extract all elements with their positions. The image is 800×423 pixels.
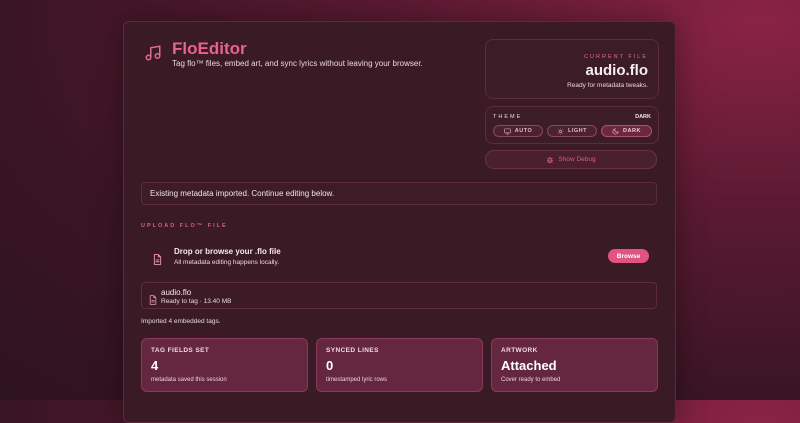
current-file-label: CURRENT FILE: [584, 54, 648, 60]
stat-heading: SYNCED LINES: [326, 347, 379, 354]
stat-card-artwork: ARTWORK Attached Cover ready to embed: [491, 338, 658, 392]
theme-value: DARK: [635, 114, 651, 120]
bug-icon: [547, 156, 554, 163]
show-debug-label: Show Debug: [558, 156, 596, 163]
file-icon: [153, 252, 162, 265]
editor-card: FloEditor Tag flo™ files, embed art, and…: [123, 21, 676, 423]
monitor-icon: [504, 128, 511, 134]
status-banner: Existing metadata imported. Continue edi…: [141, 182, 657, 205]
stat-description: timestamped lyric rows: [326, 377, 388, 383]
theme-dark-label: DARK: [623, 128, 641, 134]
current-file-panel: CURRENT FILE audio.flo Ready for metadat…: [485, 39, 659, 99]
theme-panel: THEME DARK AUTO LIGHT DARK: [485, 106, 659, 144]
loaded-file-item: audio.flo Ready to tag · 13.40 MB: [141, 282, 657, 309]
upload-section-label: UPLOAD FLO™ FILE: [141, 223, 228, 229]
music-note-icon: [144, 44, 162, 62]
current-file-name: audio.flo: [585, 62, 649, 79]
stat-card-synced-lines: SYNCED LINES 0 timestamped lyric rows: [316, 338, 483, 392]
stat-description: Cover ready to embed: [501, 377, 561, 383]
drop-subtitle: All metadata editing happens locally.: [174, 259, 280, 266]
drop-title: Drop or browse your .flo file: [174, 247, 281, 256]
loaded-file-name: audio.flo: [161, 288, 192, 297]
show-debug-button[interactable]: Show Debug: [485, 150, 657, 169]
theme-label: THEME: [493, 114, 523, 120]
file-drop-zone[interactable]: Drop or browse your .flo file All metada…: [141, 240, 657, 272]
theme-dark-button[interactable]: DARK: [601, 125, 652, 137]
stat-value: 0: [326, 358, 334, 373]
theme-auto-label: AUTO: [514, 128, 533, 134]
browse-button[interactable]: Browse: [608, 249, 649, 263]
loaded-file-meta: Ready to tag · 13.40 MB: [161, 298, 232, 305]
stat-heading: ARTWORK: [501, 347, 538, 354]
stat-value: 4: [151, 358, 159, 373]
theme-light-button[interactable]: LIGHT: [547, 125, 597, 137]
stat-description: metadata saved this session: [151, 377, 227, 383]
stat-card-tag-fields: TAG FIELDS SET 4 metadata saved this ses…: [141, 338, 308, 392]
current-file-status: Ready for metadata tweaks.: [567, 82, 648, 89]
sun-icon: [557, 128, 564, 134]
theme-light-label: LIGHT: [568, 128, 587, 134]
theme-auto-button[interactable]: AUTO: [493, 125, 543, 137]
moon-icon: [612, 128, 619, 134]
stat-heading: TAG FIELDS SET: [151, 347, 210, 354]
app-title: FloEditor: [172, 39, 247, 58]
app-subtitle: Tag flo™ files, embed art, and sync lyri…: [172, 59, 423, 68]
file-icon: [149, 292, 157, 305]
stat-value: Attached: [501, 358, 557, 373]
imported-tags-text: Imported 4 embedded tags.: [141, 318, 221, 325]
